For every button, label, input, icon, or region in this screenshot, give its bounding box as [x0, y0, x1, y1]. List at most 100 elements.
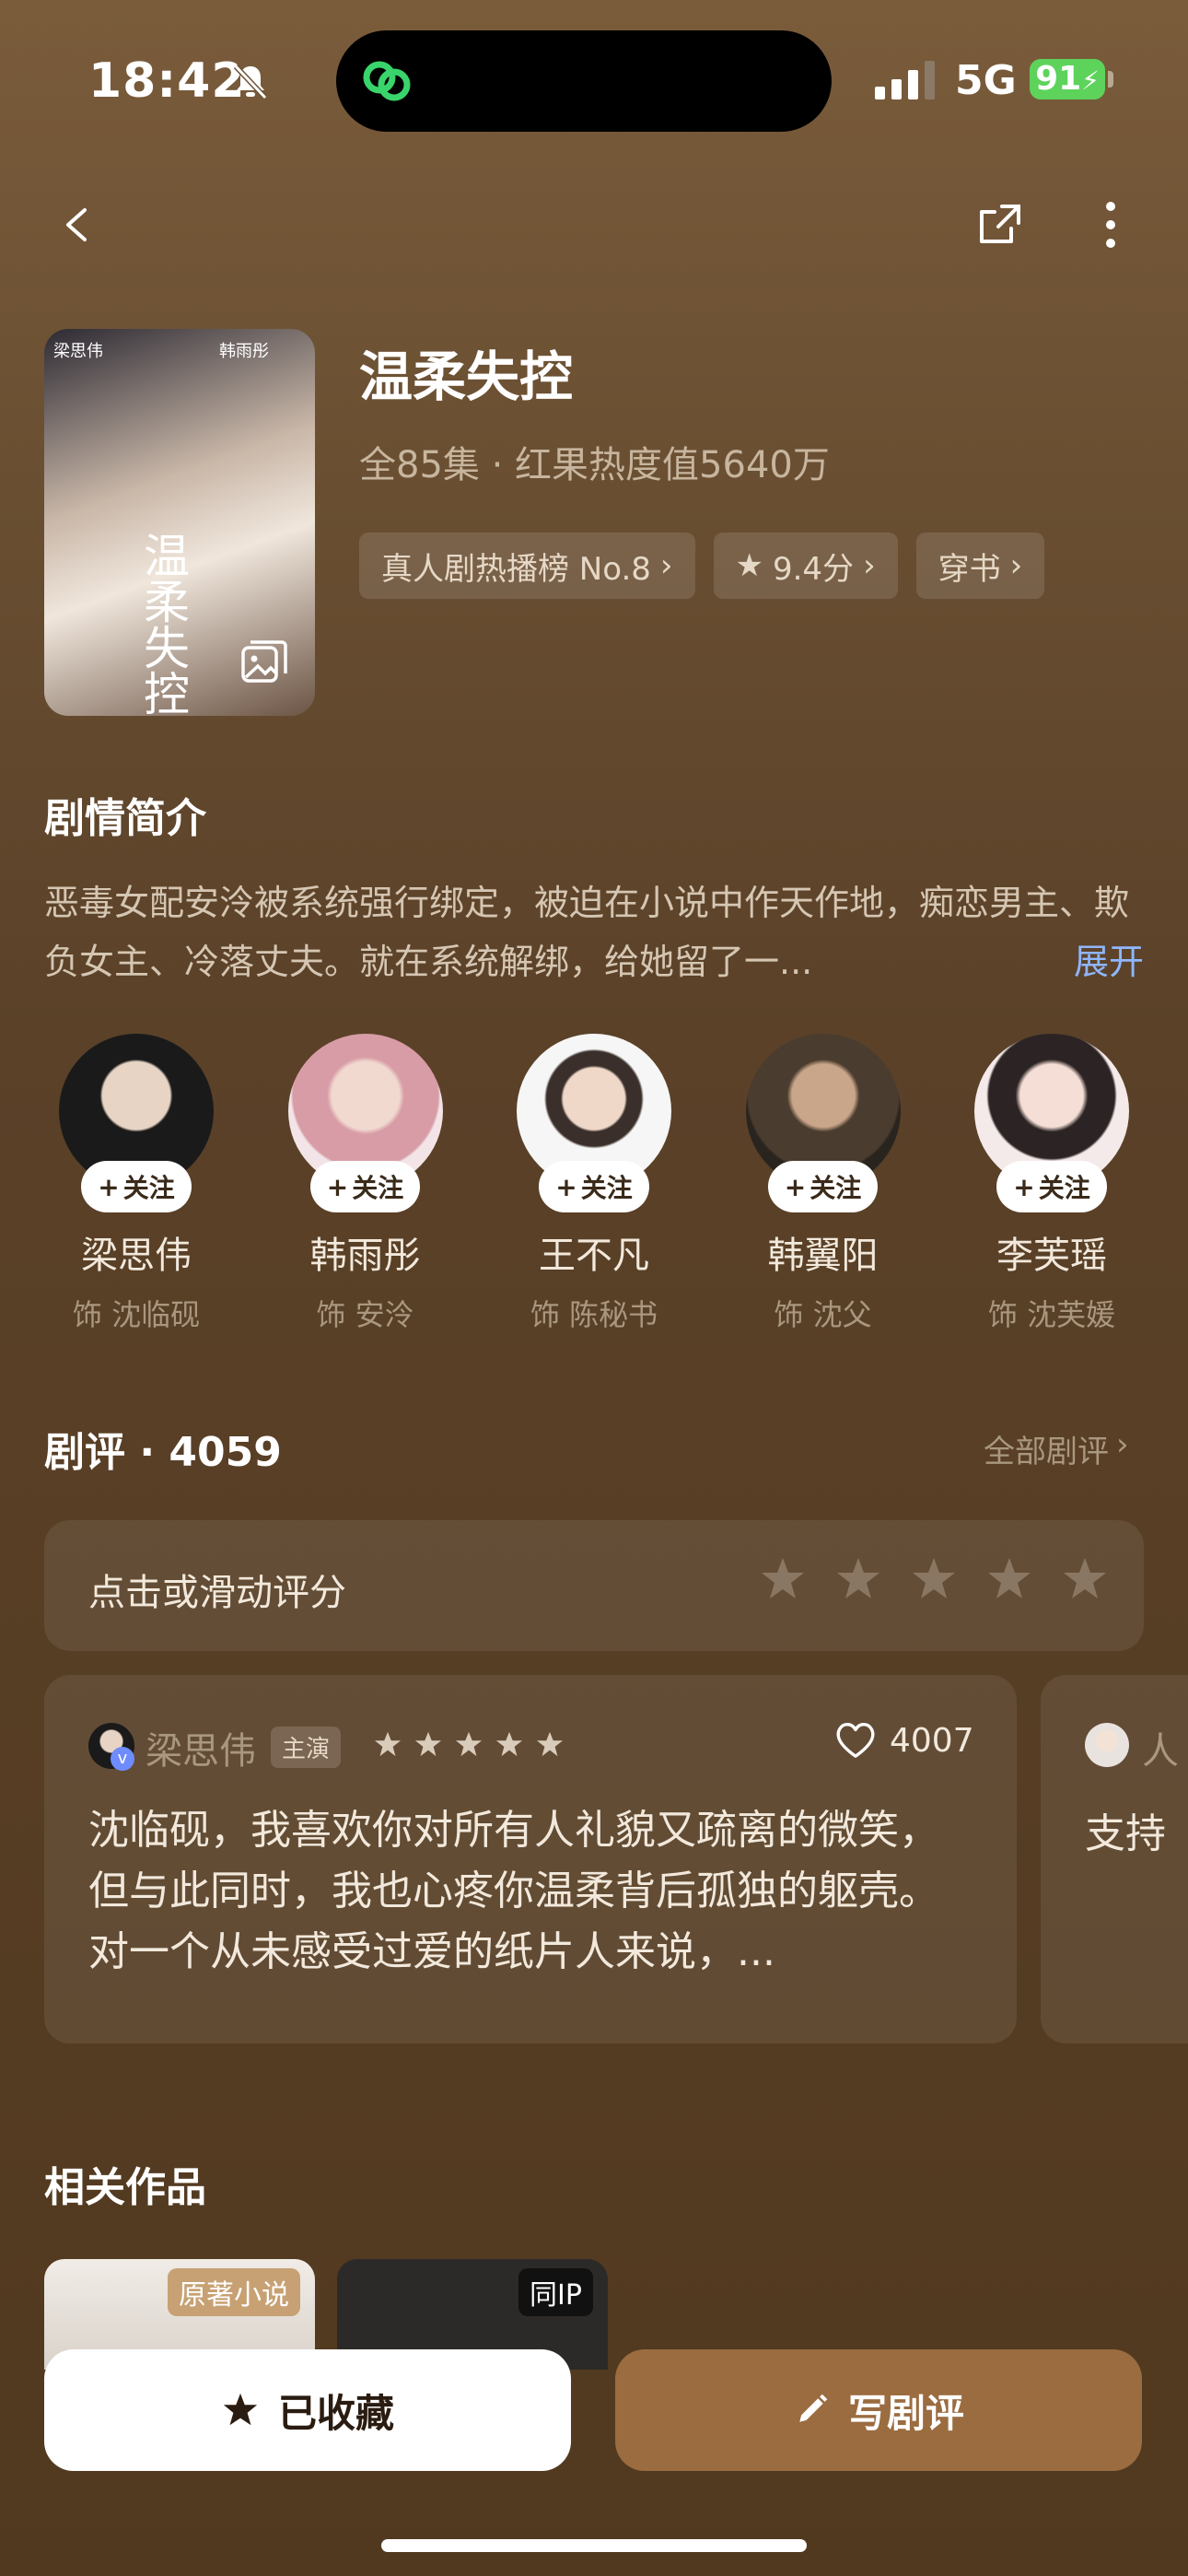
review-stars — [374, 1730, 564, 1758]
gallery-icon[interactable] — [238, 637, 289, 688]
cast-name: 李芙瑶 — [996, 1235, 1107, 1277]
charging-bolt-icon: ⚡ — [1081, 65, 1100, 96]
plus-icon: + — [784, 1171, 807, 1202]
follow-label: 关注 — [352, 1173, 404, 1203]
status-time: 18:42 — [88, 53, 246, 109]
related-heading: 相关作品 — [44, 2164, 206, 2211]
star-icon: ★ — [735, 547, 763, 584]
more-vertical-icon — [1106, 202, 1115, 248]
more-button[interactable] — [1074, 188, 1147, 262]
silent-bell-icon — [230, 61, 271, 101]
plus-icon: + — [555, 1171, 577, 1202]
pencil-icon — [799, 2394, 828, 2422]
cast-member[interactable]: + 关注 李芙瑶 饰 沈芙媛 — [960, 1034, 1144, 1334]
cellular-signal-icon — [875, 61, 939, 100]
synopsis-heading: 剧情简介 — [44, 795, 206, 842]
star-icon — [495, 1731, 523, 1757]
synopsis-body: 恶毒女配安泠被系统强行绑定，被迫在小说中作天作地，痴恋男主、欺负女主、冷落丈夫。… — [44, 883, 1130, 982]
network-type: 5G — [955, 57, 1017, 104]
star-icon — [414, 1731, 442, 1757]
battery-level: 91⚡ — [1030, 59, 1105, 100]
tag-label: 穿书 — [938, 550, 1001, 588]
all-reviews-link[interactable]: 全部剧评 › — [984, 1426, 1129, 1471]
tag-label: 9.4分 — [772, 550, 855, 588]
write-review-button[interactable]: 写剧评 — [615, 2349, 1142, 2471]
cast-member[interactable]: + 关注 王不凡 饰 陈秘书 — [502, 1034, 686, 1334]
author-badge: 主演 — [271, 1727, 342, 1768]
share-icon — [980, 205, 1020, 243]
back-button[interactable] — [41, 188, 114, 262]
tag-genre[interactable]: 穿书 › — [915, 533, 1045, 599]
star-icon[interactable] — [910, 1555, 958, 1603]
review-author[interactable]: 梁思伟 — [146, 1721, 256, 1774]
cast-role: 饰 沈父 — [774, 1297, 872, 1332]
cast-member[interactable]: + 关注 韩雨彤 饰 安泠 — [274, 1034, 458, 1334]
star-icon — [374, 1731, 402, 1757]
review-text: 沈临砚，我喜欢你对所有人礼貌又疏离的微笑，但与此同时，我也心疼你温柔背后孤独的躯… — [88, 1807, 939, 1975]
verified-icon: v — [111, 1747, 134, 1771]
cast-list: + 关注 梁思伟 饰 沈临砚 + 关注 韩雨彤 饰 安泠 + 关注 王不凡 饰 陈秘书… — [44, 1034, 1144, 1334]
cast-name: 梁思伟 — [81, 1235, 192, 1277]
chevron-left-icon — [66, 208, 87, 241]
tag-ranking[interactable]: 真人剧热播榜 No.8 › — [359, 533, 695, 599]
all-reviews-label: 全部剧评 — [984, 1434, 1109, 1470]
cast-member[interactable]: + 关注 梁思伟 饰 沈临砚 — [44, 1034, 228, 1334]
follow-button[interactable]: + 关注 — [767, 1161, 879, 1212]
tag-rating[interactable]: ★ 9.4分 › — [713, 533, 898, 599]
star-icon[interactable] — [985, 1555, 1033, 1603]
related-badge: 同IP — [518, 2268, 593, 2316]
star-icon[interactable] — [1061, 1555, 1109, 1603]
link-app-icon — [359, 53, 414, 109]
expand-link[interactable]: 展开 — [1074, 932, 1144, 991]
rating-stars[interactable] — [759, 1555, 1109, 1603]
cast-role: 饰 陈秘书 — [530, 1297, 658, 1332]
rating-box[interactable]: 点击或滑动评分 — [44, 1520, 1144, 1651]
poster-title: 温柔失控 — [136, 532, 190, 716]
follow-label: 关注 — [122, 1173, 175, 1203]
follow-label: 关注 — [809, 1173, 862, 1203]
cast-member[interactable]: + 关注 韩翼阳 饰 沈父 — [731, 1034, 915, 1334]
star-icon[interactable] — [834, 1555, 882, 1603]
chevron-right-icon: › — [659, 547, 673, 584]
drama-poster[interactable]: 梁思伟 韩雨彤 温柔失控 — [44, 329, 315, 716]
synopsis-text: 恶毒女配安泠被系统强行绑定，被迫在小说中作天作地，痴恋男主、欺负女主、冷落丈夫。… — [44, 873, 1144, 991]
write-review-label: 写剧评 — [847, 2390, 964, 2436]
follow-button[interactable]: + 关注 — [539, 1161, 649, 1212]
rate-prompt: 点击或滑动评分 — [88, 1572, 346, 1614]
cast-name: 韩雨彤 — [309, 1235, 421, 1277]
plus-icon: + — [1013, 1171, 1035, 1202]
cast-name: 王不凡 — [539, 1235, 649, 1277]
poster-actor-right: 韩雨彤 — [219, 342, 269, 361]
share-button[interactable] — [963, 188, 1037, 262]
favorite-button[interactable]: 已收藏 — [44, 2349, 571, 2471]
star-icon[interactable] — [759, 1555, 807, 1603]
star-icon — [536, 1731, 564, 1757]
follow-label: 关注 — [1038, 1173, 1090, 1203]
follow-button[interactable]: + 关注 — [81, 1161, 192, 1212]
cast-role: 饰 安泠 — [316, 1297, 414, 1332]
avatar[interactable] — [1085, 1723, 1129, 1767]
plus-icon: + — [326, 1171, 349, 1202]
chevron-right-icon: › — [1116, 1426, 1129, 1463]
review-author[interactable]: 人 — [1142, 1721, 1179, 1774]
related-badge: 原著小说 — [168, 2268, 300, 2316]
follow-button[interactable]: + 关注 — [309, 1161, 421, 1212]
reviews-heading: 剧评 · 4059 — [44, 1429, 282, 1476]
cast-name: 韩翼阳 — [767, 1235, 879, 1277]
drama-meta: 全85集 · 红果热度值5640万 — [359, 444, 830, 486]
chevron-right-icon: › — [1009, 547, 1023, 584]
review-text: 支持 — [1085, 1810, 1166, 1857]
cast-role: 饰 沈芙媛 — [987, 1297, 1116, 1332]
review-card[interactable]: v 梁思伟 主演 4007 沈临砚，我喜欢你对所有人礼貌又疏离的微笑，但与此同时… — [44, 1675, 1017, 2043]
home-indicator[interactable] — [381, 2539, 807, 2552]
star-icon — [455, 1731, 483, 1757]
follow-label: 关注 — [580, 1173, 633, 1203]
drama-title: 温柔失控 — [359, 345, 574, 408]
cast-role: 饰 沈临砚 — [72, 1297, 201, 1332]
plus-icon: + — [98, 1171, 120, 1202]
poster-actor-left: 梁思伟 — [53, 342, 103, 361]
heart-icon — [836, 1723, 875, 1758]
follow-button[interactable]: + 关注 — [996, 1161, 1107, 1212]
review-card[interactable]: 人 支持 — [1041, 1675, 1188, 2043]
like-button[interactable]: 4007 — [834, 1721, 974, 1760]
